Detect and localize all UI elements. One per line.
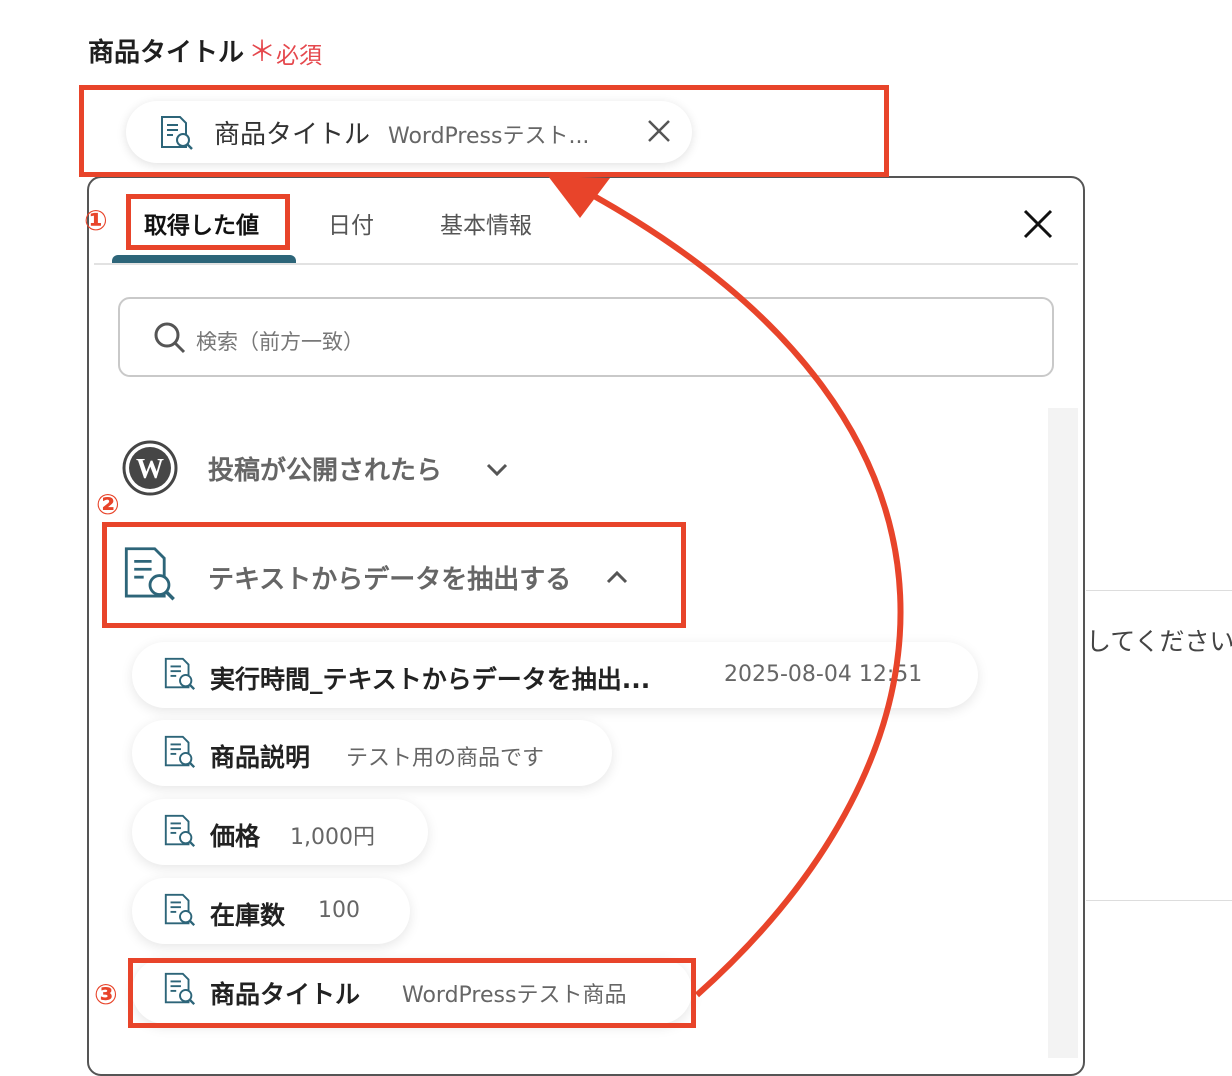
annotation-arrow bbox=[548, 176, 904, 998]
